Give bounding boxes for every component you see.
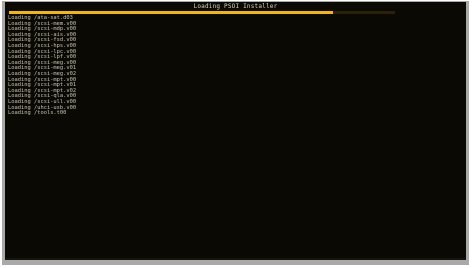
log-line: Loading /tools.t00	[8, 110, 67, 117]
loading-progress-bar	[9, 11, 395, 14]
module-load-log: Loading /ata-sat.d03 Loading /scsi-mem.v0…	[8, 15, 76, 117]
installer-title: Loading PSOI Installer	[193, 3, 278, 10]
console-bottom-edge	[5, 258, 466, 260]
loading-progress-fill	[9, 11, 334, 14]
console-frame: Loading PSOI Installer Loading /ata-sat.…	[2, 1, 469, 265]
installer-console: Loading PSOI Installer Loading /ata-sat.…	[5, 2, 466, 260]
